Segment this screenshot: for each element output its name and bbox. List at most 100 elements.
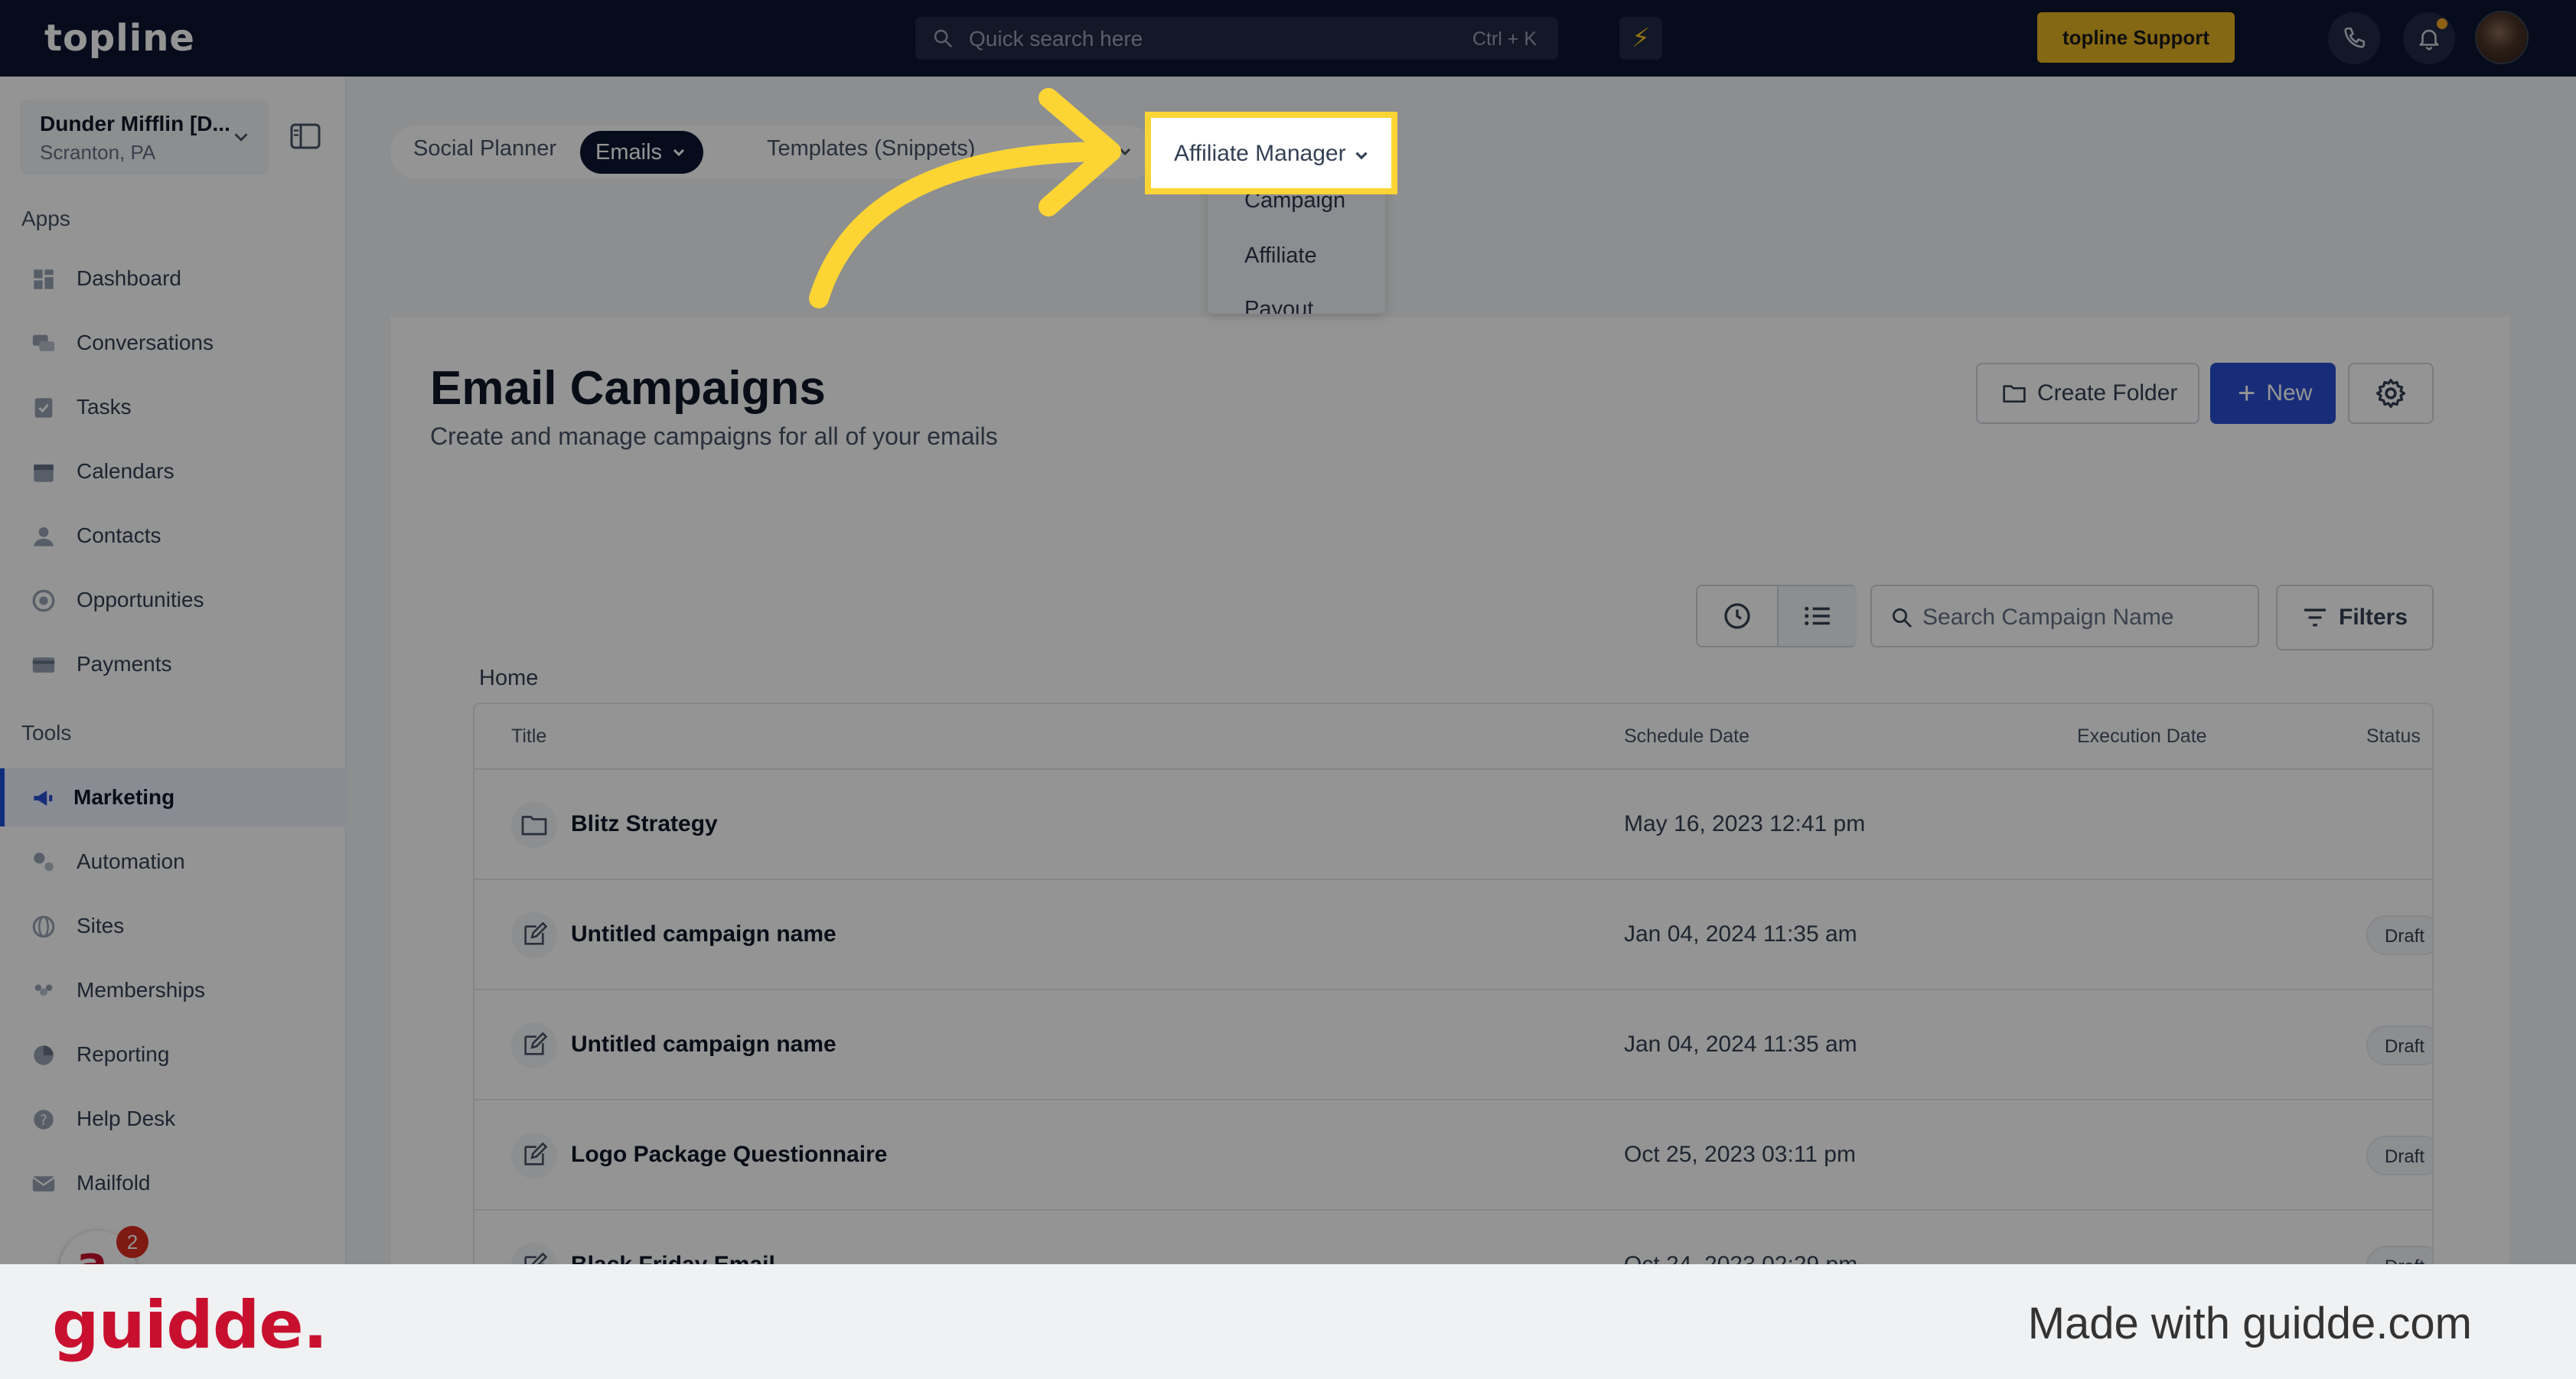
sidebar-item-label: Conversations [77, 331, 214, 354]
status-badge: Draft [2366, 1025, 2432, 1065]
brand-logo[interactable]: topline [44, 17, 195, 60]
sidebar-item-dashboard[interactable]: Dashboard [0, 249, 346, 308]
table-row[interactable]: Logo Package Questionnaire Oct 25, 2023 … [474, 1100, 2432, 1211]
calendar-icon [34, 465, 54, 482]
globe-icon [32, 915, 55, 938]
guidde-logo: guidde. [52, 1287, 328, 1364]
page-title: Email Campaigns [430, 362, 826, 415]
gears-icon [34, 853, 54, 872]
sidebar-item-label: Reporting [77, 1042, 170, 1066]
plus-icon: + [2238, 376, 2256, 410]
campaigns-table: Title Schedule Date Execution Date Statu… [473, 703, 2434, 1264]
campaign-search-input[interactable]: Search Campaign Name [1870, 585, 2259, 647]
dropdown-item-payout[interactable]: Payout [1244, 297, 1313, 314]
affiliate-manager-tab[interactable]: Affiliate Manager [1145, 112, 1397, 194]
recent-view-button[interactable] [1697, 586, 1777, 646]
phone-icon [2344, 27, 2366, 48]
row-title[interactable]: Untitled campaign name [571, 921, 836, 947]
quick-search-placeholder: Quick search here [969, 27, 1143, 51]
filter-icon [2304, 608, 2326, 627]
tutorial-arrow-icon [809, 88, 1121, 308]
search-shortcut: Ctrl + K [1472, 28, 1537, 50]
filters-button[interactable]: Filters [2276, 585, 2434, 650]
lightning-icon[interactable]: ⚡ [1619, 17, 1662, 60]
tab-emails[interactable]: Emails [580, 131, 704, 174]
sidebar-item-automation[interactable]: Automation [0, 833, 346, 891]
sidebar-item-memberships[interactable]: Memberships [0, 961, 346, 1019]
folder-icon [2003, 385, 2026, 403]
campaign-search-placeholder: Search Campaign Name [1922, 605, 2174, 630]
row-title[interactable]: Black Friday Email [571, 1252, 775, 1264]
create-folder-label: Create Folder [2037, 380, 2178, 406]
edit-icon [511, 1133, 557, 1179]
sidebar-item-sites[interactable]: Sites [0, 897, 346, 955]
sidebar-item-label: Dashboard [77, 266, 181, 290]
notifications-button[interactable] [2403, 12, 2455, 64]
table-row[interactable]: Untitled campaign name Jan 04, 2024 11:3… [474, 880, 2432, 990]
row-schedule-date: May 16, 2023 12:41 pm [1624, 811, 1866, 836]
breadcrumb[interactable]: Home [479, 666, 538, 691]
column-header-execution-date[interactable]: Execution Date [2077, 725, 2207, 748]
row-schedule-date: Oct 25, 2023 03:11 pm [1624, 1142, 1856, 1167]
search-icon [1893, 608, 1912, 628]
filters-label: Filters [2339, 605, 2408, 630]
sidebar-collapse-icon[interactable] [289, 122, 321, 150]
sidebar-item-help-desk[interactable]: ? Help Desk [0, 1090, 346, 1148]
sidebar-item-calendars[interactable]: Calendars [0, 442, 346, 500]
assistant-logo-icon: a [77, 1237, 108, 1264]
sidebar-item-opportunities[interactable]: Opportunities [0, 571, 346, 629]
edit-icon [511, 912, 557, 958]
row-title[interactable]: Untitled campaign name [571, 1032, 836, 1058]
sidebar-item-marketing[interactable]: Marketing [0, 768, 346, 826]
help-icon: ? [34, 1110, 54, 1130]
user-avatar[interactable] [2475, 11, 2529, 64]
table-row[interactable]: Blitz Strategy May 16, 2023 12:41 pm [474, 770, 2432, 880]
dropdown-item-affiliate[interactable]: Affiliate [1244, 243, 1317, 269]
new-button[interactable]: + New [2210, 363, 2336, 424]
group-icon [34, 984, 53, 996]
table-row[interactable]: Untitled campaign name Jan 04, 2024 11:3… [474, 990, 2432, 1100]
company-location: Scranton, PA [40, 141, 156, 164]
status-badge: Draft [2366, 915, 2432, 955]
column-header-status[interactable]: Status [2366, 725, 2421, 748]
megaphone-icon [34, 791, 53, 806]
sidebar-item-label: Opportunities [77, 588, 204, 611]
made-with-text: Made with guidde.com [2027, 1299, 2472, 1348]
assistant-badge: 2 [116, 1226, 148, 1258]
phone-button[interactable] [2328, 12, 2380, 64]
settings-button[interactable] [2348, 363, 2434, 424]
sidebar-item-label: Memberships [77, 978, 206, 1002]
edit-icon [511, 1243, 557, 1264]
gear-icon [2375, 378, 2406, 409]
row-title[interactable]: Logo Package Questionnaire [571, 1142, 887, 1168]
company-name: Dunder Mifflin [D... [40, 112, 230, 135]
card-icon [32, 657, 55, 673]
page-subtitle: Create and manage campaigns for all of y… [430, 422, 998, 450]
svg-text:?: ? [40, 1113, 47, 1129]
sidebar-item-tasks[interactable]: Tasks [0, 378, 346, 436]
tasks-icon [34, 398, 53, 418]
company-switcher[interactable]: Dunder Mifflin [D... Scranton, PA [20, 99, 269, 174]
table-header: Title Schedule Date Execution Date Statu… [474, 704, 2432, 770]
status-badge: Draft [2366, 1246, 2432, 1264]
sidebar-item-conversations[interactable]: Conversations [0, 314, 346, 372]
sidebar-item-payments[interactable]: Payments [0, 635, 346, 693]
status-badge: Draft [2366, 1136, 2432, 1175]
sidebar-item-contacts[interactable]: Contacts [0, 507, 346, 565]
tab-social-planner[interactable]: Social Planner [413, 136, 556, 161]
sidebar-item-mailfold[interactable]: Mailfold [0, 1154, 346, 1212]
support-button[interactable]: topline Support [2037, 12, 2235, 63]
sidebar-item-label: Tasks [77, 395, 132, 419]
table-row[interactable]: Black Friday Email Oct 24, 2023 02:29 pm… [474, 1211, 2432, 1264]
column-header-schedule-date[interactable]: Schedule Date [1624, 725, 1749, 748]
create-folder-button[interactable]: Create Folder [1976, 363, 2199, 424]
affiliate-dropdown-menu: Campaign Affiliate Payout [1208, 176, 1385, 314]
sidebar-item-reporting[interactable]: Reporting [0, 1025, 346, 1084]
new-label: New [2266, 380, 2313, 406]
row-title[interactable]: Blitz Strategy [571, 811, 718, 837]
app-window: topline Quick search here Ctrl + K ⚡ top… [0, 0, 2576, 1264]
quick-search-input[interactable]: Quick search here Ctrl + K [915, 17, 1558, 60]
view-toggle [1696, 585, 1857, 647]
list-view-button[interactable] [1777, 586, 1857, 646]
column-header-title[interactable]: Title [511, 725, 546, 748]
